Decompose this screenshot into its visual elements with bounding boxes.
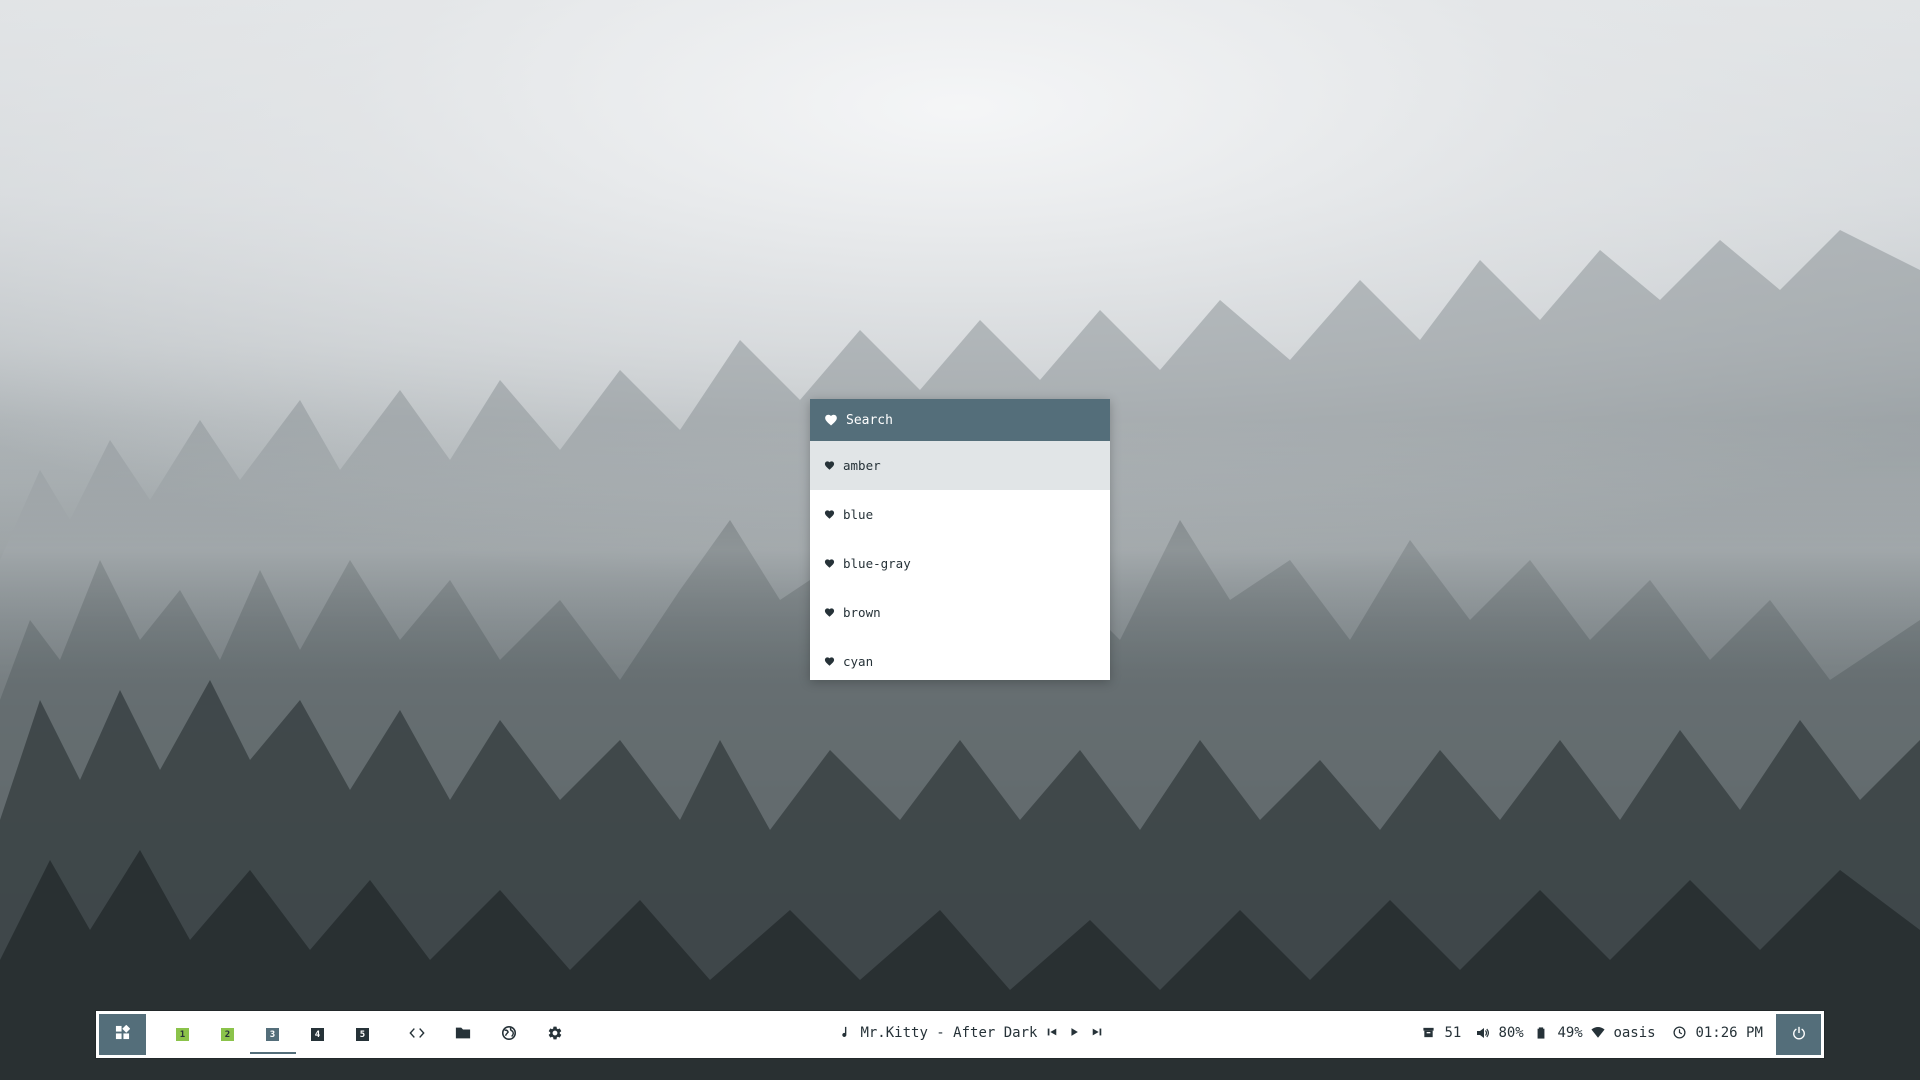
workspace-3-button[interactable]: 3 — [266, 1028, 279, 1041]
workspace-4-button[interactable]: 4 — [311, 1028, 324, 1041]
volume-icon — [1476, 1026, 1490, 1040]
search-label: Search — [846, 412, 893, 428]
list-item[interactable]: blue-gray — [810, 539, 1110, 588]
launcher-menu: Search amber blue blue-gray brown cyan — [810, 399, 1110, 680]
battery-level: 49% — [1557, 1025, 1583, 1041]
workspace-2-button[interactable]: 2 — [221, 1028, 234, 1041]
music-note-icon — [838, 1026, 852, 1040]
volume-level: 80% — [1498, 1025, 1524, 1041]
archive-count: 51 — [1444, 1025, 1462, 1041]
battery-icon — [1535, 1026, 1549, 1040]
gear-icon — [547, 1025, 563, 1045]
wifi-icon — [1591, 1026, 1605, 1040]
clock[interactable]: 01:26 PM — [1673, 1025, 1763, 1041]
play-icon[interactable] — [1068, 1026, 1082, 1040]
power-button[interactable] — [1776, 1014, 1821, 1055]
browser-button[interactable] — [500, 1025, 518, 1045]
list-item-label: blue — [843, 507, 874, 522]
list-item-label: amber — [843, 458, 881, 473]
list-item-label: brown — [843, 605, 881, 620]
track-title: Mr.Kitty - After Dark — [860, 1025, 1038, 1041]
heart-icon — [824, 656, 835, 667]
list-item[interactable]: brown — [810, 588, 1110, 637]
heart-icon — [824, 460, 835, 471]
archive-icon — [1422, 1026, 1436, 1040]
network-status[interactable]: oasis — [1591, 1025, 1656, 1041]
volume-status[interactable]: 80% — [1476, 1025, 1524, 1041]
music-player: Mr.Kitty - After Dark — [838, 1025, 1105, 1041]
heart-icon — [824, 558, 835, 569]
globe-icon — [501, 1025, 517, 1045]
heart-icon — [824, 509, 835, 520]
menu-button[interactable] — [99, 1014, 146, 1055]
next-icon[interactable] — [1091, 1026, 1105, 1040]
list-item[interactable]: amber — [810, 441, 1110, 490]
network-name: oasis — [1613, 1025, 1656, 1041]
list-item-label: cyan — [843, 654, 874, 669]
power-icon — [1792, 1025, 1806, 1044]
list-item[interactable]: cyan — [810, 637, 1110, 686]
heart-icon — [824, 413, 838, 427]
taskbar: 1 2 3 4 5 Mr.Kitty - After Dark 51 80% 4… — [96, 1011, 1824, 1058]
code-icon — [409, 1025, 425, 1045]
clock-icon — [1673, 1026, 1687, 1040]
folder-icon — [455, 1025, 471, 1045]
code-editor-button[interactable] — [408, 1026, 426, 1044]
heart-icon — [824, 607, 835, 618]
clock-time: 01:26 PM — [1695, 1025, 1763, 1041]
previous-icon[interactable] — [1046, 1026, 1060, 1040]
workspace-5-button[interactable]: 5 — [356, 1028, 369, 1041]
file-manager-button[interactable] — [454, 1026, 472, 1044]
list-item-label: blue-gray — [843, 556, 911, 571]
list-item[interactable]: blue — [810, 490, 1110, 539]
apps-icon — [115, 1024, 131, 1044]
battery-status[interactable]: 49% — [1535, 1025, 1583, 1041]
workspace-active-indicator — [250, 1052, 296, 1054]
settings-button[interactable] — [546, 1026, 564, 1044]
archive-status[interactable]: 51 — [1422, 1025, 1461, 1041]
workspace-1-button[interactable]: 1 — [176, 1028, 189, 1041]
launcher-list: amber blue blue-gray brown cyan — [810, 441, 1110, 686]
launcher-search-bar[interactable]: Search — [810, 399, 1110, 441]
